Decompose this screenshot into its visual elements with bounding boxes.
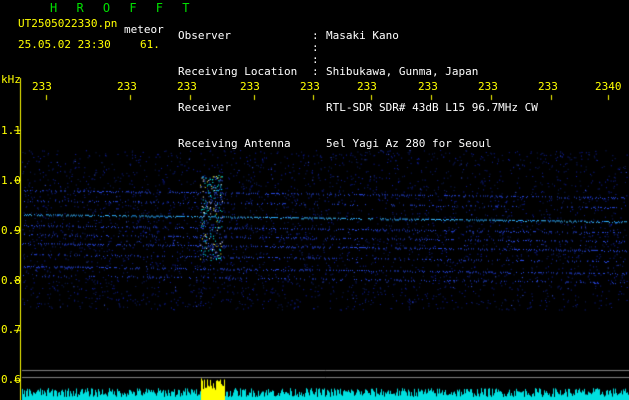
time-tick: 233 (240, 80, 260, 93)
frequency-unit-label: kHz (1, 73, 21, 86)
time-tick: 233 (177, 80, 197, 93)
time-tick: 233 (300, 80, 320, 93)
antenna-value: 5el Yagi Az 280 for Seoul (326, 137, 492, 150)
freq-tick: 1.1 (1, 124, 21, 137)
meteor-tag: meteor (124, 23, 164, 36)
observer-label: Observer (178, 29, 231, 42)
info-separators: :::: (312, 29, 319, 78)
time-tick: 233 (357, 80, 377, 93)
observer-value: Masaki Kano (326, 29, 399, 42)
freq-tick: 0.7 (1, 323, 21, 336)
location-label: Receiving Location (178, 65, 298, 78)
antenna-label: Receiving Antenna (178, 137, 291, 150)
meteor-count: 61. (140, 38, 160, 51)
freq-tick: 0.6 (1, 373, 21, 386)
freq-tick: 0.9 (1, 224, 21, 237)
time-tick: 233 (32, 80, 52, 93)
time-tick: 2340 (595, 80, 622, 93)
freq-tick: 1.0 (1, 174, 21, 187)
location-value: Shibukawa, Gunma, Japan (326, 65, 479, 78)
time-tick: 233 (538, 80, 558, 93)
receiver-label: Receiver (178, 101, 231, 114)
time-tick: 233 (418, 80, 438, 93)
capture-datetime: 25.05.02 23:30 (18, 38, 111, 51)
app-title: H R O F F T (50, 1, 196, 15)
file-name: UT2505022330.pn (18, 17, 118, 30)
time-tick: 233 (117, 80, 137, 93)
freq-tick: 0.8 (1, 274, 21, 287)
time-tick: 233 (478, 80, 498, 93)
receiver-value: RTL-SDR SDR# 43dB L15 96.7MHz CW (326, 101, 538, 114)
